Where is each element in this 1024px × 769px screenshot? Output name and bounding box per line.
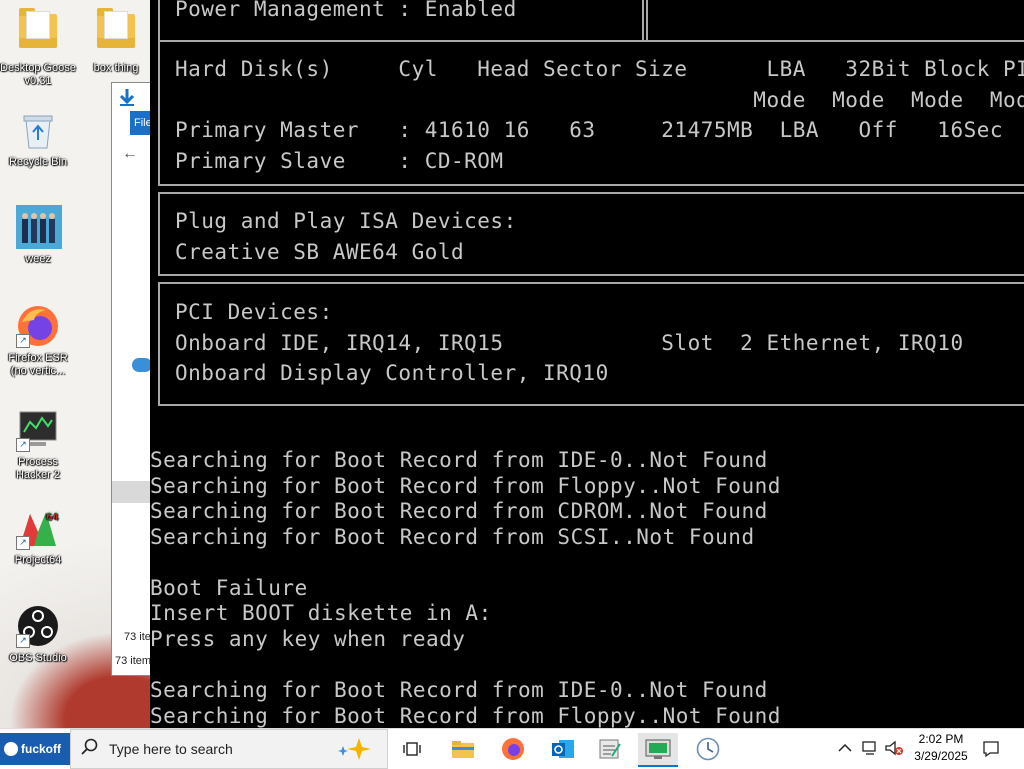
project64-icon: 64 ↗	[16, 506, 60, 550]
primary-slave-line: Primary Slave : CD-ROM 4	[175, 149, 1024, 173]
desktop-icon-goose[interactable]: Desktop Goose v0.31	[0, 8, 76, 88]
download-arrow-icon	[118, 87, 136, 112]
search-icon	[81, 738, 99, 761]
emulator-icon[interactable]	[638, 733, 678, 767]
boot-search-line: Searching for Boot Record from SCSI..Not…	[150, 525, 755, 549]
shortcut-arrow-icon: ↗	[16, 536, 30, 550]
hdd-header-line: Hard Disk(s) Cyl Head Sector Size LBA 32…	[175, 57, 1024, 81]
pci-device-line: Onboard Display Controller, IRQ10	[175, 361, 609, 385]
shortcut-arrow-icon: ↗	[16, 334, 30, 348]
network-icon[interactable]	[862, 740, 880, 761]
boot-search-line: Searching for Boot Record from Floppy..N…	[150, 704, 781, 728]
boot-search-line: Searching for Boot Record from IDE-0..No…	[150, 678, 768, 702]
bios-panel-border	[642, 0, 1024, 42]
boot-search-line: Searching for Boot Record from IDE-0..No…	[150, 448, 768, 472]
boot-failure-line: Press any key when ready	[150, 627, 466, 651]
clock-app-icon[interactable]	[688, 733, 728, 765]
boot-search-line: Searching for Boot Record from Floppy..N…	[150, 474, 781, 498]
recycle-bin-icon	[16, 108, 60, 152]
desktop-icon-project64[interactable]: 64 ↗ Project64	[0, 506, 76, 567]
desktop-icon-label: Firefox ESR (no vertic...	[8, 352, 68, 377]
svg-text:64: 64	[46, 512, 59, 523]
emulator-window[interactable]: Power Management : Enabled Hard Disk(s) …	[150, 0, 1024, 728]
clock-time[interactable]: 2:02 PM	[906, 732, 976, 746]
start-button[interactable]: fuckoff	[0, 733, 72, 765]
desktop-icon-firefox[interactable]: ↗ Firefox ESR (no vertic...	[0, 304, 76, 378]
boot-failure-line: Boot Failure	[150, 576, 308, 600]
obs-icon: ↗	[16, 604, 60, 648]
shortcut-arrow-icon: ↗	[16, 634, 30, 648]
desktop-icon-label: Project64	[14, 554, 62, 566]
chevron-up-icon[interactable]	[838, 741, 852, 756]
desktop-icon-recycle-bin[interactable]: Recycle Bin	[0, 108, 76, 169]
notification-icon[interactable]	[982, 740, 1000, 763]
desktop-icon-label: Desktop Goose v0.31	[0, 62, 76, 87]
desktop-icon-label: OBS Studio	[9, 652, 67, 664]
desktop-icon-label: weez	[25, 253, 51, 265]
desktop-icon-process-hacker[interactable]: ↗ Process Hacker 2	[0, 408, 76, 482]
back-arrow-icon[interactable]: ←	[122, 145, 138, 163]
taskbar-search-input[interactable]: Type here to search	[70, 729, 388, 769]
outlook-icon[interactable]	[543, 733, 583, 765]
status-item-count: 73 ite	[124, 631, 151, 643]
status-item-count-2: 73 item	[115, 655, 152, 667]
hdd-header-line-2: Mode Mode Mode Mode	[175, 88, 1024, 112]
folder-icon	[16, 8, 60, 58]
clock-date[interactable]: 3/29/2025	[906, 749, 976, 763]
firefox-icon: ↗	[16, 304, 60, 348]
start-button-label: fuckoff	[21, 742, 61, 756]
boot-failure-line: Insert BOOT diskette in A:	[150, 601, 492, 625]
desktop-icon-label: Process Hacker 2	[15, 456, 61, 481]
desktop-icon-label: Recycle Bin	[8, 156, 68, 168]
desktop-icon-label: box thing	[93, 62, 139, 74]
sparkle-icon	[335, 736, 375, 767]
desktop-icon-obs[interactable]: ↗ OBS Studio	[0, 604, 76, 665]
pnp-device-line: Creative SB AWE64 Gold	[175, 240, 465, 264]
task-view-icon[interactable]	[392, 733, 432, 765]
onedrive-icon[interactable]	[132, 358, 152, 372]
pci-title-line: PCI Devices:	[175, 300, 333, 324]
desktop-icon-box-thing[interactable]: box thing	[78, 8, 154, 75]
taskbar: fuckoff Type here to search 2:02 PM 3/29…	[0, 728, 1024, 769]
volume-muted-icon[interactable]	[884, 740, 904, 761]
pnp-title-line: Plug and Play ISA Devices:	[175, 209, 517, 233]
folder-icon	[94, 8, 138, 58]
file-explorer-icon[interactable]	[443, 733, 483, 765]
desktop-icon-weez[interactable]: weez	[0, 205, 76, 266]
search-placeholder: Type here to search	[109, 741, 233, 757]
start-logo-icon	[4, 742, 18, 756]
primary-master-line: Primary Master : 41610 16 63 21475MB LBA…	[175, 118, 1024, 142]
photo-icon	[16, 205, 62, 249]
notepad-icon[interactable]	[590, 733, 630, 765]
process-hacker-icon: ↗	[16, 408, 60, 452]
pci-device-line: Onboard IDE, IRQ14, IRQ15 Slot 2 Etherne…	[175, 331, 964, 355]
shortcut-arrow-icon: ↗	[16, 438, 30, 452]
firefox-icon[interactable]	[493, 733, 533, 765]
boot-search-line: Searching for Boot Record from CDROM..No…	[150, 499, 768, 523]
power-management-line: Power Management : Enabled	[175, 0, 517, 21]
